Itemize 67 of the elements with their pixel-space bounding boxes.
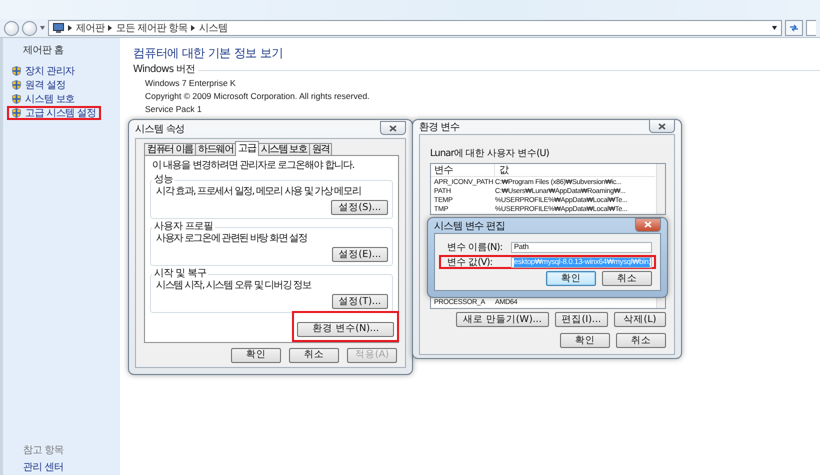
info-text: Windows 7 Enterprise K — [145, 77, 237, 90]
environment-variables-button[interactable]: 환경 변수(N)... — [297, 322, 394, 336]
close-icon — [389, 124, 397, 132]
list-label: Lunar에 대한 사용자 변수(U) — [430, 147, 550, 160]
column-header[interactable]: 값 — [495, 164, 655, 177]
search-field[interactable] — [806, 20, 816, 36]
scrollbar[interactable] — [656, 164, 665, 214]
notice-text: 이 내용을 변경하려면 관리자로 로그온해야 합니다. — [152, 160, 356, 172]
dialog-button[interactable]: 취소 — [289, 348, 339, 362]
group-title: 시작 및 복구 — [153, 268, 208, 280]
field-label: 변수 이름(N): — [447, 240, 504, 254]
dialog-button[interactable]: 삭제(L) — [614, 312, 666, 327]
dialog-button[interactable]: 확인 — [231, 348, 281, 362]
column-header[interactable]: 변수 — [431, 164, 495, 177]
close-button[interactable] — [649, 119, 675, 133]
dialog-button[interactable]: 편집(I)... — [554, 312, 608, 327]
chevron-icon — [191, 25, 196, 31]
info-text: Service Pack 1 — [145, 103, 203, 116]
settings-button[interactable]: 설정(S)... — [331, 200, 388, 215]
group-title: 사용자 프로필 — [153, 221, 214, 233]
dialog-button[interactable]: 취소 — [602, 271, 652, 286]
sidebar-link[interactable]: 장치 관리자 — [7, 64, 80, 78]
dropdown-icon[interactable] — [772, 26, 777, 30]
sidebar-link[interactable]: 고급 시스템 설정 — [7, 106, 101, 120]
dialog-button[interactable]: 확인 — [546, 271, 596, 286]
group-description: 사용자 로그온에 관련된 바탕 화면 설정 — [156, 233, 308, 245]
dialog-title: 시스템 속성 — [135, 123, 185, 136]
group-title: 성능 — [153, 174, 174, 186]
page-title: 컴퓨터에 대한 기본 정보 보기 — [133, 46, 284, 61]
dialog-button[interactable]: 새로 만들기(W)... — [456, 312, 549, 327]
back-button[interactable] — [4, 20, 19, 36]
sidebar-link[interactable]: 시스템 보호 — [7, 92, 80, 106]
settings-button[interactable]: 설정(E)... — [332, 247, 388, 262]
close-button[interactable] — [635, 218, 661, 232]
refresh-icon — [789, 24, 799, 32]
tab[interactable]: 고급 — [235, 141, 259, 156]
group-description: 시스템 시작, 시스템 오류 및 디버깅 정보 — [156, 280, 312, 292]
sidebar-link[interactable]: 원격 설정 — [7, 78, 70, 92]
group-description: 시각 효과, 프로세서 일정, 메모리 사용 및 가상 메모리 — [156, 186, 362, 198]
sidebar-link[interactable]: 제어판 홈 — [23, 43, 120, 57]
close-icon — [644, 221, 652, 228]
tab[interactable]: 컴퓨터 이름 — [144, 143, 196, 156]
dialog-title: 시스템 변수 편집 — [434, 220, 505, 232]
field-label: 변수 값(V): — [447, 256, 494, 268]
sidebar-link[interactable]: 관리 센터 — [23, 460, 120, 474]
section-heading: Windows 버전 — [133, 64, 195, 76]
forward-button[interactable] — [22, 20, 37, 36]
close-button[interactable] — [380, 121, 406, 135]
dialog-button[interactable]: 확인 — [560, 333, 610, 348]
dialog-button[interactable]: 취소 — [616, 333, 666, 348]
refresh-button[interactable] — [785, 20, 803, 36]
breadcrumb[interactable]: 제어판 — [76, 21, 104, 35]
shield-icon — [12, 94, 21, 104]
dialog-title: 환경 변수 — [419, 121, 460, 134]
breadcrumb[interactable]: 시스템 — [199, 21, 228, 35]
info-text: Copyright © 2009 Microsoft Corporation. All rights reserved. — [145, 90, 371, 103]
shield-icon — [12, 80, 21, 90]
computer-icon — [53, 23, 64, 33]
chevron-icon — [68, 25, 72, 31]
settings-button[interactable]: 설정(T)... — [332, 294, 388, 309]
shield-icon — [12, 66, 21, 76]
chevron-icon — [108, 25, 112, 31]
address-bar[interactable]: 제어판 모든 제어판 항목 시스템 — [48, 20, 782, 36]
breadcrumb[interactable]: 모든 제어판 항목 — [116, 21, 188, 35]
close-icon — [658, 122, 666, 130]
section-heading: 참고 항목 — [23, 444, 64, 457]
shield-icon — [12, 108, 21, 118]
